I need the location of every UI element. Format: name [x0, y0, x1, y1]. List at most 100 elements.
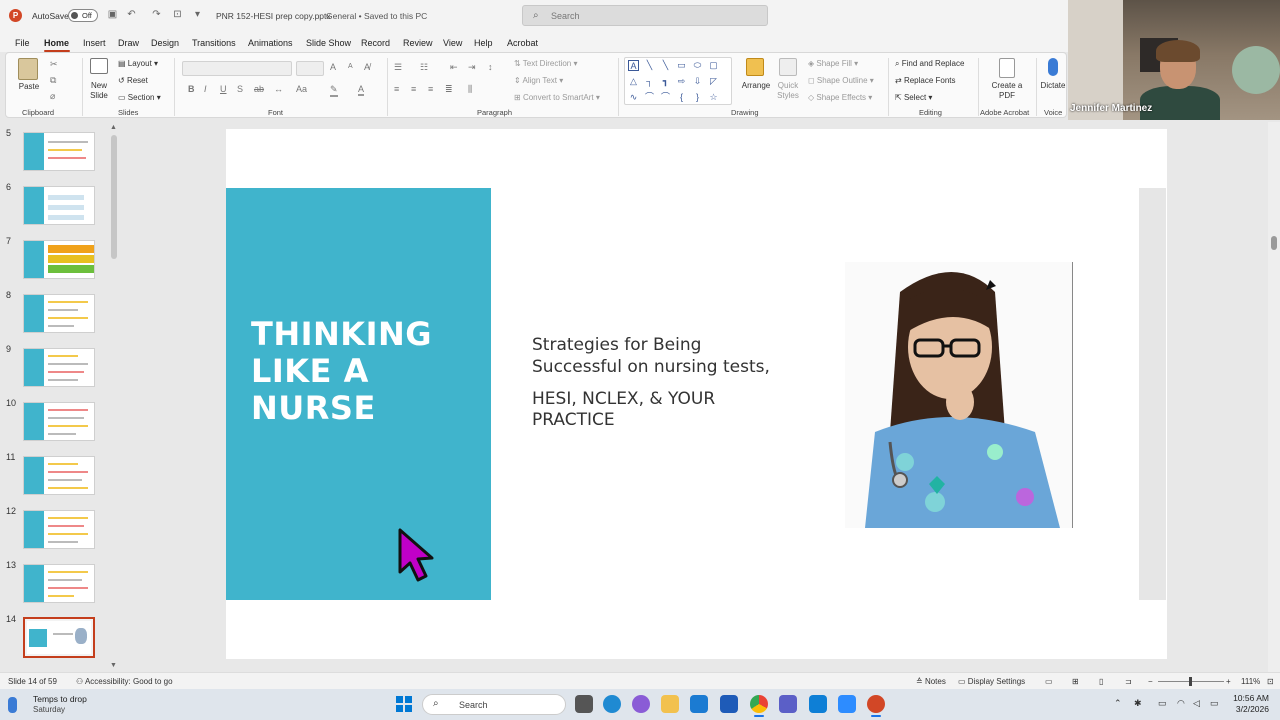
shape-effects-button[interactable]: ◇ Shape Effects ▾ [808, 93, 872, 102]
select-button[interactable]: ⇱ Select ▾ [895, 93, 932, 102]
tab-acrobat[interactable]: Acrobat [507, 38, 538, 48]
notes-button[interactable]: ≙ Notes [916, 677, 946, 686]
down-arrow-shape-icon[interactable]: ⇩ [692, 76, 703, 87]
slide-scrollbar-thumb[interactable] [1271, 236, 1277, 250]
italic-icon[interactable]: I [204, 84, 207, 94]
edge-browser-icon[interactable] [603, 695, 621, 713]
font-color-icon[interactable]: A [358, 84, 365, 96]
curve-shape-icon[interactable]: ⌒ [660, 92, 671, 103]
tab-slide-show[interactable]: Slide Show [306, 38, 351, 48]
nurse-photo[interactable] [845, 262, 1072, 528]
freeform-shape-icon[interactable]: ∿ [628, 92, 639, 103]
triangle-shape-icon[interactable]: △ [628, 76, 639, 87]
customize-qat-icon[interactable]: ▾ [192, 9, 203, 20]
increase-indent-icon[interactable]: ⇥ [468, 62, 476, 73]
strikethrough-icon[interactable]: ab [254, 84, 264, 94]
windows-start-icon[interactable] [396, 696, 412, 712]
paste-icon[interactable] [18, 58, 38, 80]
dictate-button[interactable]: Dictate [1038, 81, 1068, 91]
scroll-up-arrow-icon[interactable]: ▲ [110, 124, 117, 131]
clock-time[interactable]: 10:56 AM [1233, 693, 1269, 703]
outlook-icon[interactable] [809, 695, 827, 713]
task-view-icon[interactable] [575, 695, 593, 713]
copilot-icon[interactable] [632, 695, 650, 713]
change-case-icon[interactable]: Aa [296, 84, 307, 94]
slide-thumbnail[interactable] [23, 402, 95, 441]
create-pdf-icon[interactable] [999, 58, 1015, 78]
decrease-indent-icon[interactable]: ⇤ [450, 62, 458, 73]
display-icon[interactable]: ▭ [1158, 698, 1167, 709]
left-brace-icon[interactable]: { [676, 92, 687, 103]
autosave-toggle[interactable]: Off [68, 9, 98, 22]
columns-icon[interactable]: ⫼ [468, 84, 472, 95]
align-right-icon[interactable]: ≡ [428, 84, 433, 94]
char-spacing-icon[interactable]: ↔ [274, 84, 283, 94]
zoom-level[interactable]: 111% [1241, 677, 1260, 686]
normal-view-icon[interactable]: ▭ [1045, 677, 1053, 686]
textbox-shape-icon[interactable]: A [628, 60, 639, 71]
new-slide-icon[interactable] [90, 58, 108, 74]
slide-thumbnail[interactable] [23, 510, 95, 549]
save-icon[interactable]: ▣ [107, 9, 118, 20]
convert-smartart-button[interactable]: ⊞ Convert to SmartArt ▾ [514, 93, 600, 102]
redo-icon[interactable]: ↷ [151, 9, 162, 20]
slide-thumbnail[interactable] [23, 456, 95, 495]
wifi-icon[interactable]: ◠ [1177, 698, 1185, 709]
slide-thumbnail[interactable] [23, 564, 95, 603]
callout-shape-icon[interactable]: ◸ [708, 76, 719, 87]
align-text-button[interactable]: ⇕ Align Text ▾ [514, 76, 563, 85]
quick-styles-icon[interactable] [779, 58, 797, 76]
bluetooth-icon[interactable]: ✱ [1134, 698, 1142, 709]
slide-thumbnail[interactable] [23, 294, 95, 333]
slide-subtitle-2[interactable]: HESI, NCLEX, & YOUR PRACTICE [532, 389, 715, 431]
decrease-font-icon[interactable]: A [348, 63, 353, 70]
present-icon[interactable]: ⊡ [172, 9, 183, 20]
highlight-icon[interactable]: ✎ [330, 84, 338, 97]
slide-sorter-icon[interactable]: ⊞ [1072, 677, 1079, 686]
cut-icon[interactable]: ✂ [50, 59, 58, 70]
tab-review[interactable]: Review [403, 38, 433, 48]
reading-view-icon[interactable]: ▯ [1099, 677, 1103, 686]
slide-thumbnail[interactable] [23, 132, 95, 171]
slide-thumbnail-selected[interactable] [23, 617, 95, 658]
tab-view[interactable]: View [443, 38, 462, 48]
bullets-icon[interactable]: ☰ [394, 62, 402, 73]
star-shape-icon[interactable]: ☆ [708, 92, 719, 103]
arc-shape-icon[interactable]: ⌒ [644, 92, 655, 103]
justify-icon[interactable]: ≣ [445, 84, 453, 95]
search-input[interactable]: ⌕ Search [522, 5, 768, 26]
align-center-icon[interactable]: ≡ [411, 84, 416, 94]
shapes-gallery[interactable]: A ╲ ╲ ▭ ⬭ ▢ △ ┐ ┓ ⇨ ⇩ ◸ ∿ ⌒ ⌒ { } ☆ [624, 57, 732, 105]
tray-overflow-icon[interactable]: ⌃ [1114, 698, 1122, 709]
word-icon[interactable] [720, 695, 738, 713]
document-title[interactable]: PNR 152-HESI prep copy.pptx [216, 11, 331, 21]
microphone-icon[interactable] [1048, 58, 1058, 76]
tab-design[interactable]: Design [151, 38, 179, 48]
slide-thumbnail[interactable] [23, 348, 95, 387]
numbering-icon[interactable]: ☷ [420, 62, 428, 73]
shape-fill-button[interactable]: ◈ Shape Fill ▾ [808, 59, 858, 68]
accessibility-button[interactable]: ⚇ Accessibility: Good to go [76, 677, 173, 686]
tab-transitions[interactable]: Transitions [192, 38, 236, 48]
replace-fonts-button[interactable]: ⇄ Replace Fonts [895, 76, 956, 85]
slide-scrollbar[interactable] [1268, 122, 1280, 672]
layout-button[interactable]: ▤ Layout ▾ [118, 59, 158, 68]
align-left-icon[interactable]: ≡ [394, 84, 399, 94]
clock-date[interactable]: 3/2/2026 [1228, 704, 1269, 714]
taskbar-search-input[interactable]: ⌕ Search [422, 694, 566, 715]
store-icon[interactable] [690, 695, 708, 713]
tab-home[interactable]: Home [44, 38, 69, 48]
find-replace-button[interactable]: ⌕ Find and Replace [895, 59, 964, 69]
connector-shape-icon[interactable]: ┐ [644, 76, 655, 87]
display-settings-button[interactable]: ▭ Display Settings [958, 677, 1025, 686]
oval-shape-icon[interactable]: ⬭ [692, 60, 703, 71]
powerpoint-app-icon[interactable] [867, 695, 885, 713]
tab-insert[interactable]: Insert [83, 38, 106, 48]
arrange-icon[interactable] [746, 58, 764, 76]
thumbnail-scrollbar[interactable] [111, 135, 117, 259]
elbow-connector-icon[interactable]: ┓ [660, 76, 671, 87]
underline-icon[interactable]: U [220, 84, 227, 94]
shadow-icon[interactable]: S [237, 84, 243, 94]
slide-thumbnail[interactable] [23, 186, 95, 225]
increase-font-icon[interactable]: A [330, 62, 336, 72]
